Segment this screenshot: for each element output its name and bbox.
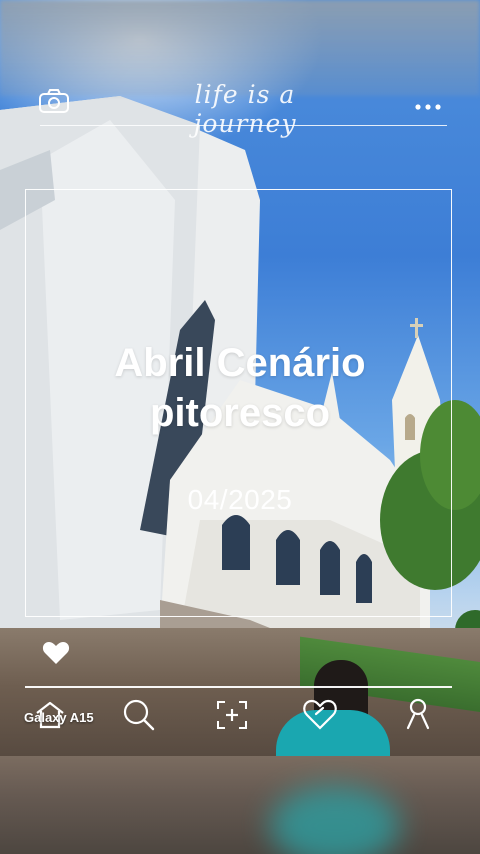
post-date: 04/2025 [187,484,293,515]
likes-icon[interactable] [302,697,338,736]
bottom-blur [0,756,480,854]
post-title: Abril Cenário pitoresco [114,341,366,435]
device-watermark: Galaxy A15 [24,710,94,725]
camera-icon[interactable] [38,88,70,119]
app-script-title: life is a journey [193,80,297,138]
top-bar: life is a journey [0,78,480,138]
search-icon[interactable] [122,698,156,737]
add-icon[interactable] [216,700,248,735]
more-dots-icon[interactable] [414,98,442,116]
profile-icon[interactable] [404,697,432,736]
bottom-divider [25,686,452,688]
heart-icon[interactable] [42,641,70,670]
top-divider [40,125,447,126]
